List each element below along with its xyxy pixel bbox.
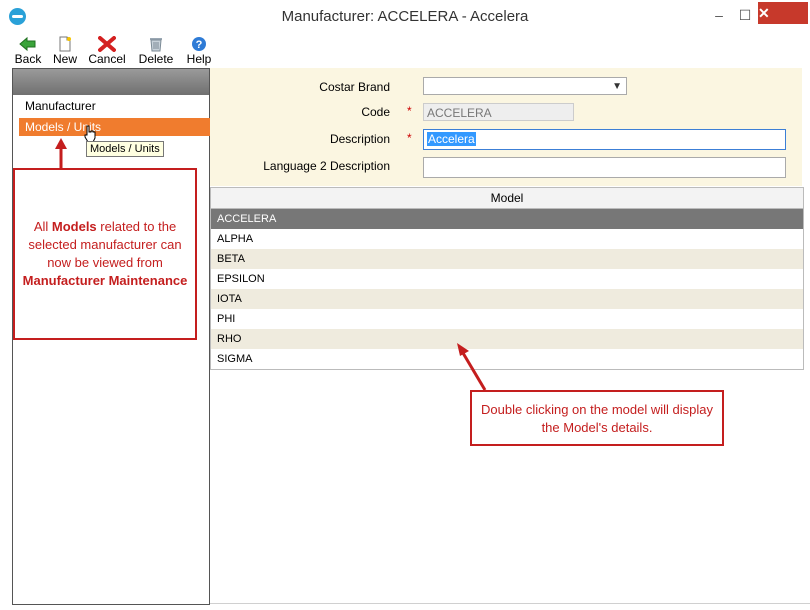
- back-label: Back: [14, 52, 42, 66]
- title-bar: Manufacturer: ACCELERA - Accelera – ☐ ✕: [0, 0, 810, 34]
- window-title: Manufacturer: ACCELERA - Accelera: [281, 8, 529, 25]
- code-field[interactable]: ACCELERA: [423, 103, 574, 121]
- help-question-icon: ?: [190, 36, 208, 52]
- delete-button[interactable]: Delete: [136, 34, 176, 66]
- table-row[interactable]: BETA: [211, 249, 803, 269]
- table-row[interactable]: ALPHA: [211, 229, 803, 249]
- language-2-description-field[interactable]: [423, 157, 786, 178]
- manufacturer-form: Costar Brand ▼ Code * ACCELERA Descripti…: [210, 68, 802, 186]
- table-row[interactable]: EPSILON: [211, 269, 803, 289]
- annotation-left-bold-maintenance: Manufacturer Maintenance: [22, 273, 188, 288]
- table-row[interactable]: RHO: [211, 329, 803, 349]
- annotation-arrow-left: [55, 138, 67, 170]
- costar-brand-label: Costar Brand: [319, 80, 390, 94]
- table-row[interactable]: SIGMA: [211, 349, 803, 369]
- table-row[interactable]: IOTA: [211, 289, 803, 309]
- sidebar-item-models-units[interactable]: Models / Units: [19, 118, 215, 136]
- cancel-label: Cancel: [88, 52, 126, 66]
- table-row[interactable]: ACCELERA: [211, 209, 803, 229]
- divider: [210, 603, 810, 604]
- new-document-icon: [56, 36, 74, 52]
- back-arrow-icon: [19, 36, 37, 52]
- cancel-x-icon: [98, 36, 116, 52]
- new-button[interactable]: New: [50, 34, 80, 66]
- description-label: Description: [329, 132, 390, 146]
- annotation-right-callout: Double clicking on the model will displa…: [470, 390, 724, 446]
- description-required-mark: *: [407, 131, 412, 145]
- table-row[interactable]: PHI: [211, 309, 803, 329]
- models-grid: Model ACCELERA ALPHA BETA EPSILON IOTA P…: [210, 187, 804, 370]
- model-column-header[interactable]: Model: [211, 188, 803, 209]
- delete-label: Delete: [138, 52, 174, 66]
- annotation-left-callout: All Models related to the selected manuf…: [13, 168, 197, 340]
- help-button[interactable]: ? Help: [184, 34, 214, 66]
- trash-icon: [147, 36, 165, 52]
- annotation-left-bold-models: Models: [51, 219, 97, 234]
- costar-brand-select[interactable]: ▼: [423, 77, 627, 95]
- sidebar-item-manufacturer[interactable]: Manufacturer: [19, 97, 215, 115]
- help-label: Help: [186, 52, 212, 66]
- svg-text:?: ?: [196, 39, 203, 51]
- tooltip: Models / Units: [86, 141, 164, 157]
- code-label: Code: [361, 105, 390, 119]
- side-panel-header: [13, 69, 209, 95]
- new-label: New: [52, 52, 77, 66]
- annotation-arrow-right: [457, 343, 487, 391]
- toolbar: Back New Cancel Delete ? Help: [0, 34, 810, 66]
- code-required-mark: *: [407, 104, 412, 118]
- description-value: Accelera: [427, 132, 476, 146]
- back-button[interactable]: Back: [11, 34, 45, 66]
- chevron-down-icon: ▼: [612, 81, 622, 92]
- cancel-button[interactable]: Cancel: [86, 34, 128, 66]
- maximize-button[interactable]: ☐: [728, 0, 762, 30]
- description-field[interactable]: Accelera: [423, 129, 786, 150]
- close-button[interactable]: ✕: [758, 2, 808, 24]
- language-2-description-label: Language 2 Description: [263, 159, 390, 173]
- annotation-left-text-pre: All: [33, 219, 52, 234]
